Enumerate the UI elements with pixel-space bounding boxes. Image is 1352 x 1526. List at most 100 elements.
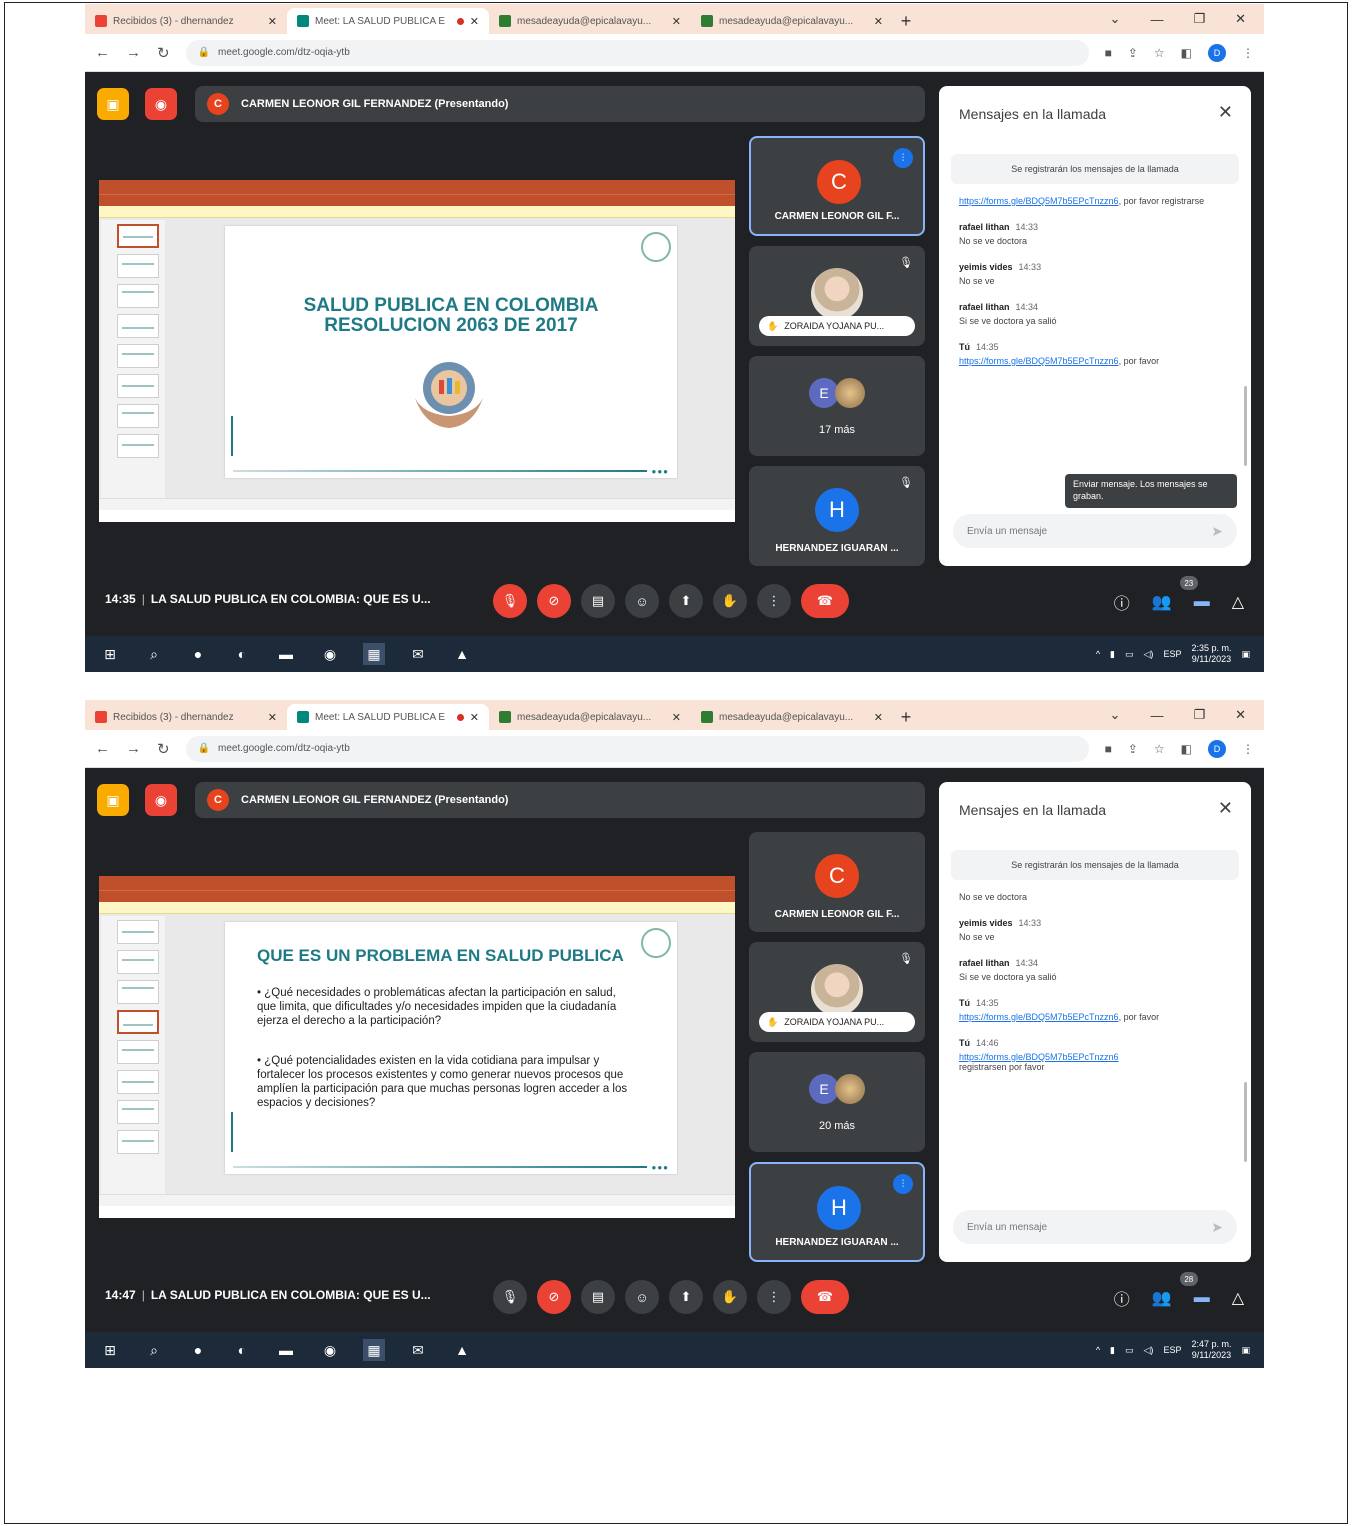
minimize-icon[interactable]: — <box>1150 708 1163 723</box>
tab-mesadeayuda-1[interactable]: mesadeayuda@epicalavayu... ✕ <box>489 704 691 730</box>
slide-thumbnail[interactable] <box>117 254 159 278</box>
slide-thumbnail[interactable] <box>117 284 159 308</box>
leave-call-button[interactable]: ☎ <box>801 1280 849 1314</box>
notifications-icon[interactable]: ▣ <box>1241 1345 1250 1356</box>
slide-thumbnail[interactable] <box>117 434 159 458</box>
system-clock[interactable]: 2:47 p. m. 9/11/2023 <box>1191 1339 1231 1361</box>
chat-icon[interactable]: ▬ <box>1194 593 1210 611</box>
slide-thumbnail[interactable] <box>117 344 159 368</box>
profile-avatar[interactable]: D <box>1208 739 1226 758</box>
close-tab-icon[interactable]: ✕ <box>470 15 479 28</box>
share-icon[interactable]: ⇪ <box>1128 46 1138 60</box>
tab-mesadeayuda-2[interactable]: mesadeayuda@epicalavayu... ✕ <box>691 704 893 730</box>
url-field[interactable]: 🔒 meet.google.com/dtz-oqia-ytb <box>185 735 1089 762</box>
close-tab-icon[interactable]: ✕ <box>672 15 681 28</box>
people-icon[interactable]: 👥 28 <box>1152 1272 1198 1308</box>
chrome-icon[interactable]: ◉ <box>319 1339 341 1361</box>
more-options-button[interactable]: ⋮ <box>757 584 791 618</box>
file-explorer-icon[interactable]: ▬ <box>275 1339 297 1361</box>
chat-scrollbar[interactable] <box>1244 386 1247 466</box>
companion-icon[interactable]: ▣ <box>97 784 129 816</box>
app-icon[interactable]: ● <box>187 1339 209 1361</box>
close-window-icon[interactable]: ✕ <box>1235 707 1246 723</box>
participant-tile-more[interactable]: E 17 más <box>749 356 925 456</box>
share-icon[interactable]: ⇪ <box>1128 742 1138 756</box>
participant-tile-zoraida[interactable]: 🎙 ✋ ZORAIDA YOJANA PU... <box>749 942 925 1042</box>
send-icon[interactable]: ➤ <box>1211 1219 1223 1236</box>
close-window-icon[interactable]: ✕ <box>1235 11 1246 27</box>
new-tab-button[interactable]: + <box>893 704 919 730</box>
side-panel-icon[interactable]: ◧ <box>1181 46 1192 60</box>
people-icon[interactable]: 👥 23 <box>1152 576 1198 612</box>
windows-start-icon[interactable]: ⊞ <box>99 1339 121 1361</box>
chat-input[interactable]: Envía un mensaje ➤ <box>953 514 1237 548</box>
meet-app-icon[interactable]: ▦ <box>363 643 385 665</box>
profile-avatar[interactable]: D <box>1208 43 1226 62</box>
reactions-button[interactable]: ☺ <box>625 584 659 618</box>
camera-off-button[interactable]: ⊘ <box>537 584 571 618</box>
forward-icon[interactable]: → <box>126 44 141 61</box>
side-panel-icon[interactable]: ◧ <box>1181 742 1192 756</box>
camera-indicator-icon[interactable]: ■ <box>1105 742 1112 756</box>
participant-tile-hernandez[interactable]: H ⫶ HERNANDEZ IGUARAN ... <box>749 1162 925 1262</box>
outlook-icon[interactable]: ✉ <box>407 643 429 665</box>
raise-hand-button[interactable]: ✋ <box>713 1280 747 1314</box>
search-icon[interactable]: ⌕ <box>143 1339 165 1361</box>
tab-gmail[interactable]: Recibidos (3) - dhernandez ✕ <box>85 8 287 34</box>
participant-tile-zoraida[interactable]: 🎙 ✋ ZORAIDA YOJANA PU... <box>749 246 925 346</box>
menu-kebab-icon[interactable]: ⋮ <box>1242 742 1254 756</box>
new-tab-button[interactable]: + <box>893 8 919 34</box>
input-language[interactable]: ESP <box>1163 1345 1181 1355</box>
restore-icon[interactable]: ❐ <box>1193 11 1205 27</box>
slide-thumbnail[interactable] <box>117 404 159 428</box>
reactions-button[interactable]: ☺ <box>625 1280 659 1314</box>
bookmark-star-icon[interactable]: ☆ <box>1154 46 1165 60</box>
app-icon[interactable]: ● <box>187 643 209 665</box>
slide-thumbnail[interactable] <box>117 920 159 944</box>
menu-kebab-icon[interactable]: ⋮ <box>1242 46 1254 60</box>
reload-icon[interactable]: ↻ <box>157 740 170 758</box>
camera-indicator-icon[interactable]: ■ <box>1105 46 1112 60</box>
participant-tile-carmen[interactable]: C ⫶ CARMEN LEONOR GIL F... <box>749 136 925 236</box>
tab-meet[interactable]: Meet: LA SALUD PUBLICA E ✕ <box>287 704 489 730</box>
mic-on-button[interactable]: 🎙 <box>493 1280 527 1314</box>
recording-icon[interactable]: ◉ <box>145 88 177 120</box>
slide-thumbnail[interactable] <box>117 1100 159 1124</box>
close-tab-icon[interactable]: ✕ <box>672 711 681 724</box>
back-icon[interactable]: ← <box>95 740 110 757</box>
input-language[interactable]: ESP <box>1163 649 1181 659</box>
bookmark-star-icon[interactable]: ☆ <box>1154 742 1165 756</box>
close-tab-icon[interactable]: ✕ <box>268 15 277 28</box>
tab-search-icon[interactable]: ⌄ <box>1110 707 1121 723</box>
participant-tile-more[interactable]: E 20 más <box>749 1052 925 1152</box>
meeting-details-icon[interactable]: ⓘ <box>1114 1286 1130 1310</box>
slide-thumbnail[interactable] <box>117 980 159 1004</box>
form-link[interactable]: https://forms.gle/BDQ5M7b5EPcTnzzn6 <box>959 196 1119 206</box>
slide-thumbnail[interactable] <box>117 374 159 398</box>
system-clock[interactable]: 2:35 p. m. 9/11/2023 <box>1191 643 1231 665</box>
slide-thumbnail[interactable] <box>117 1070 159 1094</box>
form-link[interactable]: https://forms.gle/BDQ5M7b5EPcTnzzn6 <box>959 1012 1119 1022</box>
chat-scrollbar[interactable] <box>1244 1082 1247 1162</box>
raise-hand-button[interactable]: ✋ <box>713 584 747 618</box>
close-tab-icon[interactable]: ✕ <box>470 711 479 724</box>
slide-thumbnail[interactable] <box>117 1130 159 1154</box>
back-icon[interactable]: ← <box>95 44 110 61</box>
tray-chevron-icon[interactable]: ^ <box>1096 1345 1100 1355</box>
meet-app-icon[interactable]: ▦ <box>363 1339 385 1361</box>
close-tab-icon[interactable]: ✕ <box>874 711 883 724</box>
tab-search-icon[interactable]: ⌄ <box>1110 11 1121 27</box>
close-icon[interactable]: ✕ <box>1218 102 1233 123</box>
participant-tile-hernandez[interactable]: H 🎙 HERNANDEZ IGUARAN ... <box>749 466 925 566</box>
send-icon[interactable]: ➤ <box>1211 523 1223 540</box>
acrobat-icon[interactable]: ▲ <box>451 643 473 665</box>
close-tab-icon[interactable]: ✕ <box>268 711 277 724</box>
mic-off-button[interactable]: 🎙 <box>493 584 527 618</box>
form-link[interactable]: https://forms.gle/BDQ5M7b5EPcTnzzn6 <box>959 1052 1231 1062</box>
present-button[interactable]: ⬆ <box>669 584 703 618</box>
notifications-icon[interactable]: ▣ <box>1241 649 1250 660</box>
more-options-button[interactable]: ⋮ <box>757 1280 791 1314</box>
slide-thumbnail[interactable] <box>117 1010 159 1034</box>
camera-off-button[interactable]: ⊘ <box>537 1280 571 1314</box>
tray-chevron-icon[interactable]: ^ <box>1096 649 1100 659</box>
